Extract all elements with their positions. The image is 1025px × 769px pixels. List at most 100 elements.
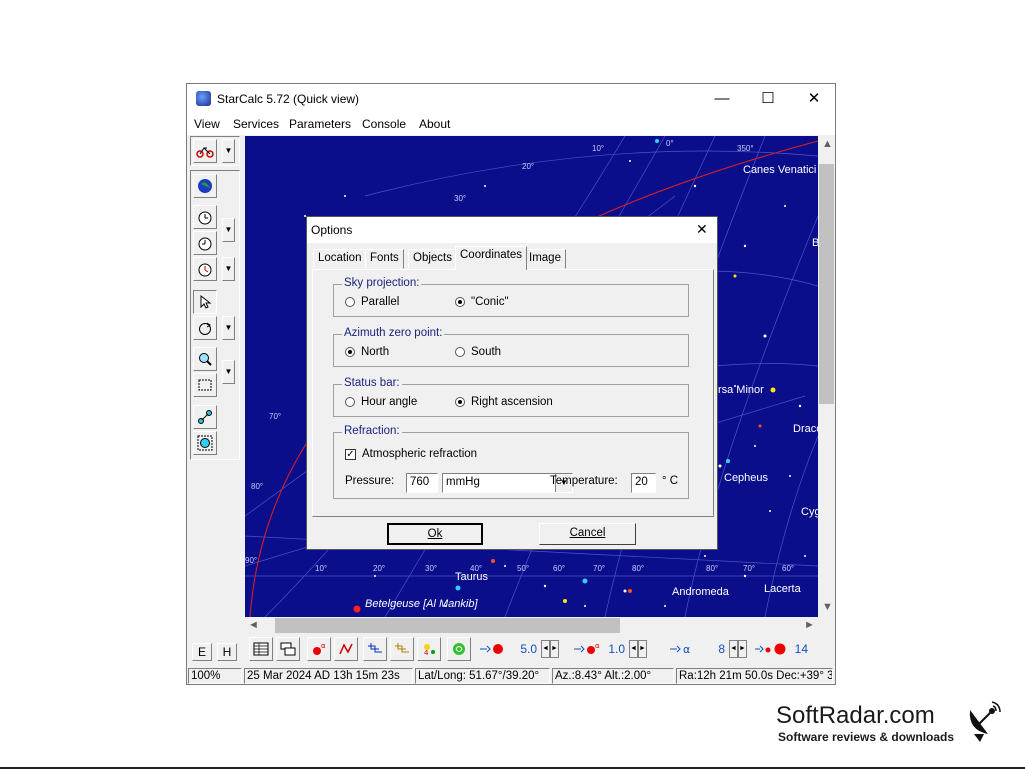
cancel-button[interactable]: Cancel bbox=[539, 523, 636, 545]
tab-fonts[interactable]: Fonts bbox=[365, 249, 404, 269]
radio-north[interactable]: North bbox=[345, 346, 389, 358]
degree-mark: 60° bbox=[553, 564, 566, 573]
stars-alpha-icon[interactable]: α bbox=[307, 637, 331, 661]
grid-icon[interactable] bbox=[390, 637, 414, 661]
azimuth-title: Azimuth zero point: bbox=[342, 327, 445, 339]
status-datetime: 25 Mar 2024 AD 13h 15m 23s bbox=[244, 668, 413, 684]
time-back-icon[interactable] bbox=[193, 231, 217, 255]
sky-label-ursa-minor: Ursa Minor bbox=[710, 384, 764, 396]
atmospheric-refraction-checkbox[interactable]: ✓ Atmospheric refraction bbox=[345, 448, 477, 460]
radio-label: Parallel bbox=[361, 296, 400, 308]
degree-mark: 90° bbox=[245, 556, 258, 565]
degree-mark: 70° bbox=[743, 564, 756, 573]
vertical-scroll-thumb[interactable] bbox=[819, 164, 834, 404]
degree-mark: 80° bbox=[251, 482, 264, 491]
time-step-dropdown[interactable]: ▼ bbox=[222, 218, 235, 242]
star-size-value: 14 bbox=[794, 642, 808, 656]
tab-location[interactable]: Location bbox=[313, 249, 367, 269]
rotate-dropdown[interactable]: ▼ bbox=[222, 316, 235, 340]
tab-objects[interactable]: Objects bbox=[408, 249, 457, 269]
menu-console[interactable]: Console bbox=[362, 117, 406, 131]
star-size-spinner[interactable]: 14 bbox=[754, 639, 810, 659]
globe-icon[interactable] bbox=[193, 174, 217, 198]
h-button[interactable]: H bbox=[217, 643, 237, 661]
degree-mark: 70° bbox=[593, 564, 606, 573]
degree-mark: 350° bbox=[737, 144, 754, 153]
rotate-icon[interactable] bbox=[193, 316, 217, 340]
select-rect-icon[interactable] bbox=[193, 373, 217, 397]
checkbox-checked-icon: ✓ bbox=[345, 448, 356, 460]
tab-panel-coordinates: Sky projection: Parallel "Conic" Azimuth… bbox=[312, 269, 714, 517]
sky-label-cygnus: Cygnus bbox=[801, 506, 818, 518]
spin-right-icon[interactable]: ► bbox=[638, 640, 647, 658]
boundaries-icon[interactable] bbox=[363, 637, 387, 661]
close-button[interactable]: ✕ bbox=[791, 84, 837, 114]
spin-right-icon[interactable]: ► bbox=[738, 640, 747, 658]
time-now-dropdown[interactable]: ▼ bbox=[222, 257, 235, 281]
radio-conic[interactable]: "Conic" bbox=[455, 296, 509, 308]
spin-left-icon[interactable]: ◄ bbox=[541, 640, 550, 658]
radio-indicator bbox=[455, 297, 465, 307]
spin-left-icon[interactable]: ◄ bbox=[629, 640, 638, 658]
maximize-button[interactable]: ☐ bbox=[745, 84, 791, 114]
list-icon[interactable] bbox=[276, 637, 300, 661]
menu-view[interactable]: View bbox=[194, 117, 220, 131]
sky-projection-title: Sky projection: bbox=[342, 277, 422, 289]
observer-dropdown[interactable]: ▼ bbox=[222, 139, 235, 163]
tab-coordinates[interactable]: Coordinates bbox=[455, 246, 528, 270]
radio-indicator bbox=[345, 297, 355, 307]
pressure-input[interactable]: 760 bbox=[406, 473, 438, 493]
pressure-unit-value: mmHg bbox=[446, 476, 480, 488]
constellation-lines-icon[interactable] bbox=[334, 637, 358, 661]
galaxy-icon[interactable] bbox=[447, 637, 471, 661]
status-radec: Ra:12h 21m 50.0s Dec:+39° 3 bbox=[676, 668, 833, 684]
scroll-down-icon[interactable]: ▼ bbox=[822, 601, 833, 613]
zoom-icon[interactable] bbox=[193, 347, 217, 371]
spin-left-icon[interactable]: ◄ bbox=[729, 640, 738, 658]
star-magnitude-spinner[interactable]: 5.0 ◄ ► bbox=[479, 639, 559, 659]
scroll-left-icon[interactable]: ◄ bbox=[248, 619, 259, 631]
target-icon[interactable] bbox=[193, 431, 217, 455]
ok-button[interactable]: Ok bbox=[387, 523, 483, 545]
e-button[interactable]: E bbox=[192, 643, 212, 661]
ok-button-label: Ok bbox=[427, 528, 443, 540]
status-latlong: Lat/Long: 51.67°/39.20° bbox=[415, 668, 550, 684]
radio-indicator bbox=[455, 397, 465, 407]
degree-mark: 20° bbox=[373, 564, 386, 573]
menu-services[interactable]: Services bbox=[233, 117, 279, 131]
degree-mark: 50° bbox=[517, 564, 530, 573]
options-dialog: Options ✕ Location Fonts Objects Coordin… bbox=[306, 216, 718, 550]
label-magnitude-spinner[interactable]: α 1.0 ◄ ► bbox=[573, 639, 647, 659]
horizontal-scroll-thumb[interactable] bbox=[275, 618, 620, 633]
observer-bike-icon[interactable] bbox=[193, 139, 217, 163]
radio-right-ascension[interactable]: Right ascension bbox=[455, 396, 553, 408]
menu-parameters[interactable]: Parameters bbox=[289, 117, 351, 131]
refraction-title: Refraction: bbox=[342, 425, 402, 437]
menu-about[interactable]: About bbox=[419, 117, 450, 131]
radio-south[interactable]: South bbox=[455, 346, 501, 358]
minimize-button[interactable]: — bbox=[699, 84, 745, 114]
radio-parallel[interactable]: Parallel bbox=[345, 296, 399, 308]
scroll-up-icon[interactable]: ▲ bbox=[822, 138, 833, 150]
greek-label-spinner[interactable]: α 8 ◄ ► bbox=[669, 639, 747, 659]
degree-mark: 10° bbox=[315, 564, 328, 573]
scroll-right-icon[interactable]: ► bbox=[804, 619, 815, 631]
degree-mark: 0° bbox=[666, 139, 674, 148]
table-icon[interactable] bbox=[249, 637, 273, 661]
zoom-dropdown[interactable]: ▼ bbox=[222, 360, 235, 384]
planets-icon[interactable]: 4 bbox=[417, 637, 441, 661]
satellite-dish-icon bbox=[966, 700, 1002, 745]
dialog-close-button[interactable]: ✕ bbox=[696, 221, 708, 238]
horizontal-scrollbar[interactable]: ◄ ► bbox=[245, 617, 818, 634]
time-forward-icon[interactable] bbox=[193, 205, 217, 229]
status-zoom: 100% bbox=[188, 668, 242, 684]
time-now-icon[interactable] bbox=[193, 257, 217, 281]
tab-image[interactable]: Image bbox=[524, 249, 566, 269]
svg-text:α: α bbox=[321, 642, 326, 650]
vertical-scrollbar[interactable]: ▲ ▼ bbox=[818, 136, 835, 617]
pointer-icon[interactable] bbox=[193, 290, 217, 314]
temperature-input[interactable]: 20 bbox=[631, 473, 656, 493]
measure-icon[interactable] bbox=[193, 405, 217, 429]
spin-right-icon[interactable]: ► bbox=[550, 640, 559, 658]
radio-hour-angle[interactable]: Hour angle bbox=[345, 396, 417, 408]
